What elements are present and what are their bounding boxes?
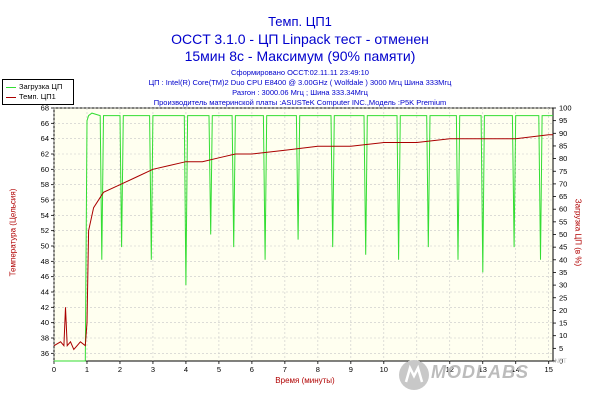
y-tick-label-right: 50 bbox=[559, 230, 567, 239]
y-tick-label-right: 75 bbox=[559, 167, 567, 176]
plot-area bbox=[53, 107, 554, 362]
x-tick-label: 8 bbox=[316, 365, 320, 374]
y-tick-label-left: 42 bbox=[41, 303, 49, 312]
y-tick-label-right: 100 bbox=[559, 104, 572, 113]
y-tick-label-left: 50 bbox=[41, 242, 49, 251]
y-axis-label-right: Загрузка ЦП (в %) bbox=[573, 198, 583, 267]
y-tick-label-left: 56 bbox=[41, 196, 49, 205]
y-tick-label-left: 52 bbox=[41, 226, 49, 235]
y-tick-label-right: 65 bbox=[559, 192, 567, 201]
x-tick-label: 10 bbox=[380, 365, 388, 374]
watermark-text: MODLABS bbox=[431, 362, 529, 382]
y-tick-label-right: 70 bbox=[559, 179, 567, 188]
y-tick-label-left: 36 bbox=[41, 349, 49, 358]
y-tick-label-right: 55 bbox=[559, 217, 567, 226]
y-tick-label-left: 48 bbox=[41, 257, 49, 266]
x-tick-label: 0 bbox=[52, 365, 56, 374]
y-tick-label-left: 62 bbox=[41, 150, 49, 159]
y-tick-label-right: 20 bbox=[559, 306, 567, 315]
watermark-suffix: .NET bbox=[553, 359, 567, 365]
y-tick-label-right: 85 bbox=[559, 141, 567, 150]
y-tick-label-right: 45 bbox=[559, 243, 567, 252]
y-tick-label-right: 25 bbox=[559, 293, 567, 302]
x-tick-label: 4 bbox=[184, 365, 188, 374]
y-tick-label-right: 90 bbox=[559, 129, 567, 138]
x-tick-label: 3 bbox=[151, 365, 155, 374]
x-axis-label: Время (минуты) bbox=[275, 376, 335, 385]
y-tick-label-left: 44 bbox=[41, 288, 49, 297]
chart-svg: 36384042444648505254565860626466680 1 2 3 4 5… bbox=[41, 104, 572, 375]
y-tick-label-left: 46 bbox=[41, 272, 49, 281]
y-tick-label-right: 5 bbox=[559, 344, 563, 353]
y-tick-label-right: 35 bbox=[559, 268, 567, 277]
y-tick-label-left: 60 bbox=[41, 165, 49, 174]
y-tick-label-left: 64 bbox=[41, 134, 49, 143]
x-tick-label: 1 bbox=[85, 365, 89, 374]
x-tick-label: 5 bbox=[217, 365, 221, 374]
y-tick-label-right: 95 bbox=[559, 116, 567, 125]
y-tick-label-right: 40 bbox=[559, 255, 567, 264]
y-tick-label-left: 66 bbox=[41, 119, 49, 128]
y-tick-label-right: 60 bbox=[559, 205, 567, 214]
y-tick-label-left: 40 bbox=[41, 318, 49, 327]
x-tick-label: 7 bbox=[283, 365, 287, 374]
y-tick-label-right: 30 bbox=[559, 281, 567, 290]
y-tick-label-right: 80 bbox=[559, 154, 567, 163]
y-axis-label-left: Температура (Цельсия) bbox=[8, 188, 18, 277]
y-tick-label-right: 15 bbox=[559, 319, 567, 328]
x-tick-label: 9 bbox=[349, 365, 353, 374]
x-tick-label: 6 bbox=[250, 365, 254, 374]
watermark: MODLABS .NET bbox=[395, 356, 595, 396]
y-tick-label-left: 58 bbox=[41, 180, 49, 189]
y-tick-label-left: 54 bbox=[41, 211, 49, 220]
y-tick-label-left: 68 bbox=[41, 104, 49, 113]
y-tick-label-left: 38 bbox=[41, 334, 49, 343]
modlabs-logo-icon bbox=[399, 360, 429, 390]
y-tick-label-right: 10 bbox=[559, 331, 567, 340]
x-tick-label: 2 bbox=[118, 365, 122, 374]
